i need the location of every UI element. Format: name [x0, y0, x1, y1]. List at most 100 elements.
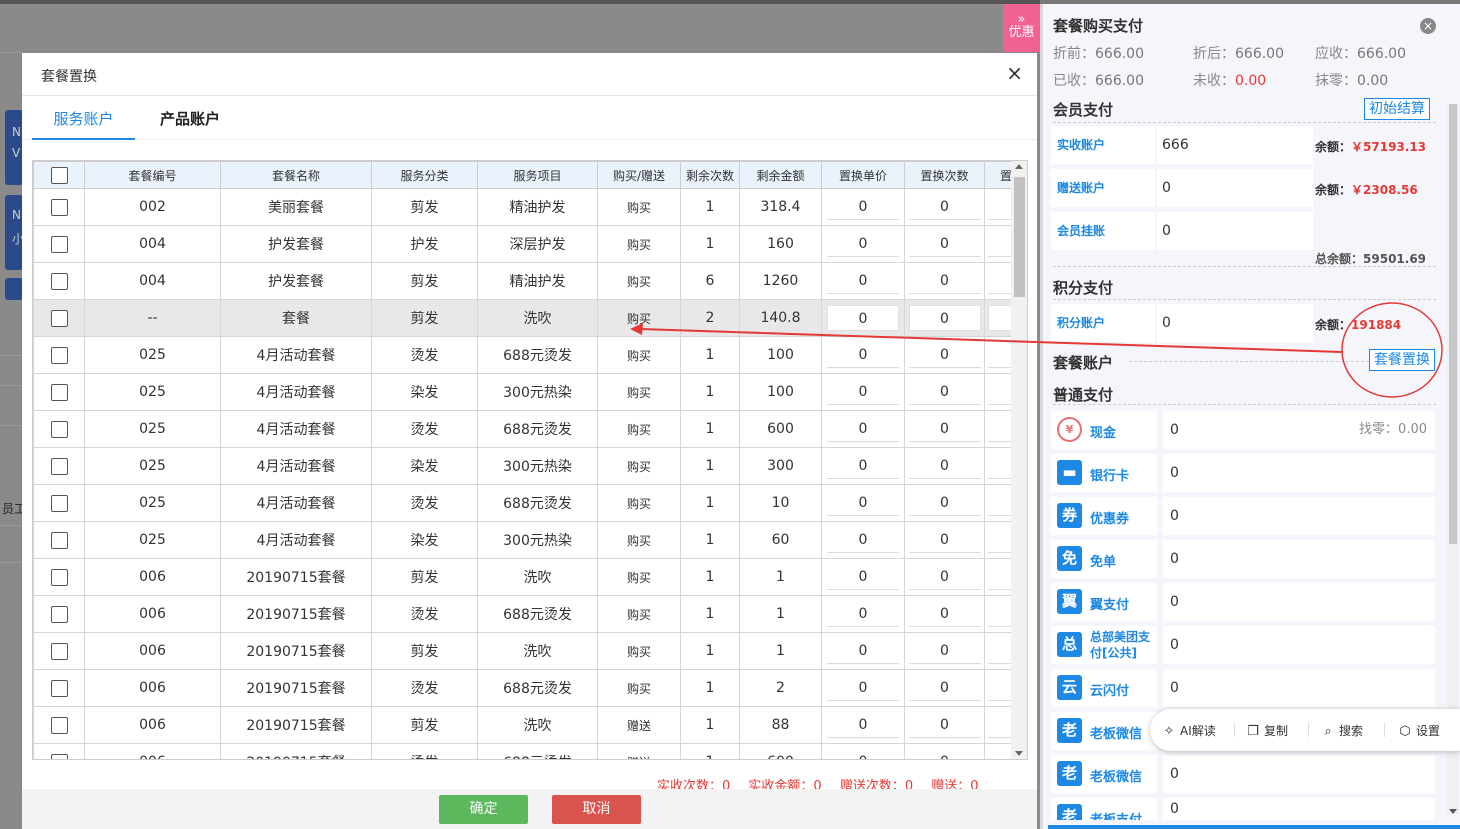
row-checkbox[interactable] [50, 457, 68, 475]
pay-method-input[interactable]: 0 找零：0.00 [1163, 411, 1435, 449]
settings-button[interactable]: ⬡ 设置 [1398, 722, 1440, 739]
pay-method-input[interactable]: 0 [1163, 755, 1435, 793]
close-icon[interactable]: × [1006, 63, 1023, 83]
row-checkbox-cell[interactable] [33, 743, 85, 759]
table-row[interactable]: 00620190715套餐剪发洗吹购买11000 [33, 632, 1027, 670]
pay-method-input[interactable]: 0 [1163, 540, 1435, 578]
swap-times-input[interactable]: 0 [908, 453, 981, 479]
tab-product-account[interactable]: 产品账户 [160, 108, 220, 140]
row-checkbox[interactable] [50, 753, 68, 759]
init-settlement-button[interactable]: 初始结算 [1364, 98, 1430, 120]
swap-times-input[interactable]: 0 [908, 527, 981, 553]
row-checkbox-cell[interactable] [33, 484, 85, 522]
pay-method-input[interactable]: 0 [1163, 497, 1435, 535]
swap-price-input[interactable]: 0 [827, 564, 899, 590]
row-checkbox[interactable] [50, 716, 68, 734]
swap-price-input[interactable]: 0 [827, 675, 899, 701]
swap-times-input[interactable]: 0 [908, 675, 981, 701]
row-checkbox-cell[interactable] [33, 188, 85, 226]
scroll-down-icon[interactable] [1449, 809, 1457, 814]
swap-price-input[interactable]: 0 [827, 379, 899, 405]
row-checkbox-cell[interactable] [33, 632, 85, 670]
row-checkbox-cell[interactable] [33, 336, 85, 374]
table-row[interactable]: 00620190715套餐烫发688元烫发赠送1600000 [33, 743, 1027, 759]
confirm-button[interactable]: 确定 [439, 795, 528, 824]
row-checkbox-cell[interactable] [33, 521, 85, 559]
pay-method-5[interactable]: 总总部美团支 付[公共] [1051, 626, 1157, 664]
copy-button[interactable]: ❐ 复制 [1246, 722, 1288, 739]
table-row[interactable]: 0254月活动套餐染发300元热染购买160000 [33, 521, 1027, 559]
member-credit-input[interactable]: 0 [1157, 212, 1313, 250]
table-row[interactable]: 002美丽套餐剪发精油护发购买1318.4000 [33, 188, 1027, 226]
swap-times-input[interactable]: 0 [908, 638, 981, 664]
row-checkbox[interactable] [50, 272, 68, 290]
swap-price-input[interactable]: 0 [827, 416, 899, 442]
pay-method-input[interactable]: 0 [1163, 626, 1435, 664]
swap-times-input[interactable]: 0 [908, 416, 981, 442]
swap-price-input[interactable]: 0 [827, 268, 899, 294]
pay-method-7[interactable]: 老老板微信 [1051, 712, 1157, 750]
swap-times-input[interactable]: 0 [908, 601, 981, 627]
cancel-button[interactable]: 取消 [552, 795, 641, 824]
pay-method-input[interactable]: 0 [1163, 583, 1435, 621]
scroll-thumb[interactable] [1014, 177, 1025, 297]
swap-price-input[interactable]: 0 [827, 305, 899, 331]
swap-times-input[interactable]: 0 [908, 749, 981, 759]
swap-times-input[interactable]: 0 [908, 490, 981, 516]
row-checkbox-cell[interactable] [33, 410, 85, 448]
row-checkbox[interactable] [50, 198, 68, 216]
row-checkbox[interactable] [50, 531, 68, 549]
swap-price-input[interactable]: 0 [827, 527, 899, 553]
swap-price-input[interactable]: 0 [827, 638, 899, 664]
row-checkbox-cell[interactable] [33, 595, 85, 633]
swap-price-input[interactable]: 0 [827, 712, 899, 738]
close-icon[interactable]: × [1420, 18, 1436, 34]
swap-price-input[interactable]: 0 [827, 490, 899, 516]
swap-price-input[interactable]: 0 [827, 342, 899, 368]
table-row[interactable]: 0254月活动套餐烫发688元烫发购买1100000 [33, 336, 1027, 374]
table-row[interactable]: 0254月活动套餐染发300元热染购买1100000 [33, 373, 1027, 411]
swap-price-input[interactable]: 0 [827, 231, 899, 257]
row-checkbox[interactable] [50, 309, 68, 327]
row-checkbox[interactable] [50, 420, 68, 438]
pay-method-6[interactable]: 云云闪付 [1051, 669, 1157, 707]
row-checkbox-cell[interactable] [33, 447, 85, 485]
row-checkbox-cell[interactable] [33, 669, 85, 707]
swap-times-input[interactable]: 0 [908, 305, 981, 331]
swap-price-input[interactable]: 0 [827, 453, 899, 479]
row-checkbox[interactable] [50, 605, 68, 623]
swap-price-input[interactable]: 0 [827, 749, 899, 759]
points-account-input[interactable]: 0 [1157, 304, 1313, 342]
table-row[interactable]: 00620190715套餐烫发688元烫发购买12000 [33, 669, 1027, 707]
pay-method-9[interactable]: 老老板支付 [1051, 798, 1157, 820]
pay-method-8[interactable]: 老老板微信 [1051, 755, 1157, 793]
scroll-down-icon[interactable] [1015, 751, 1023, 756]
pay-method-input[interactable]: 0 [1163, 798, 1435, 820]
actual-account-input[interactable]: 666 [1157, 126, 1313, 164]
package-swap-button[interactable]: 套餐置换 [1369, 349, 1435, 371]
promo-tab[interactable]: » 优惠 [1003, 4, 1040, 52]
panel-scrollbar[interactable] [1447, 104, 1459, 814]
row-checkbox-cell[interactable] [33, 262, 85, 300]
row-checkbox[interactable] [50, 642, 68, 660]
table-row[interactable]: 00620190715套餐剪发洗吹购买11000 [33, 558, 1027, 596]
pay-method-3[interactable]: 免免单 [1051, 540, 1157, 578]
ai-read-button[interactable]: ✧ AI解读 [1162, 722, 1216, 739]
swap-times-input[interactable]: 0 [908, 564, 981, 590]
row-checkbox-cell[interactable] [33, 225, 85, 263]
table-row[interactable]: 00620190715套餐烫发688元烫发购买11000 [33, 595, 1027, 633]
panel-scroll-thumb[interactable] [1449, 104, 1457, 544]
search-button[interactable]: ⌕ 搜索 [1321, 722, 1363, 739]
table-row[interactable]: --套餐剪发洗吹购买2140.8000 [33, 299, 1027, 337]
row-checkbox-cell[interactable] [33, 706, 85, 744]
tab-service-account[interactable]: 服务账户 [32, 108, 135, 140]
table-row[interactable]: 0254月活动套餐染发300元热染购买1300000 [33, 447, 1027, 485]
gift-account-input[interactable]: 0 [1157, 169, 1313, 207]
swap-price-input[interactable]: 0 [827, 194, 899, 220]
row-checkbox[interactable] [50, 679, 68, 697]
pay-method-input[interactable]: 0 [1163, 669, 1435, 707]
swap-times-input[interactable]: 0 [908, 231, 981, 257]
table-row[interactable]: 00620190715套餐剪发洗吹赠送188000 [33, 706, 1027, 744]
row-checkbox-cell[interactable] [33, 299, 85, 337]
pay-method-1[interactable]: ▬ 银行卡 [1051, 454, 1157, 492]
